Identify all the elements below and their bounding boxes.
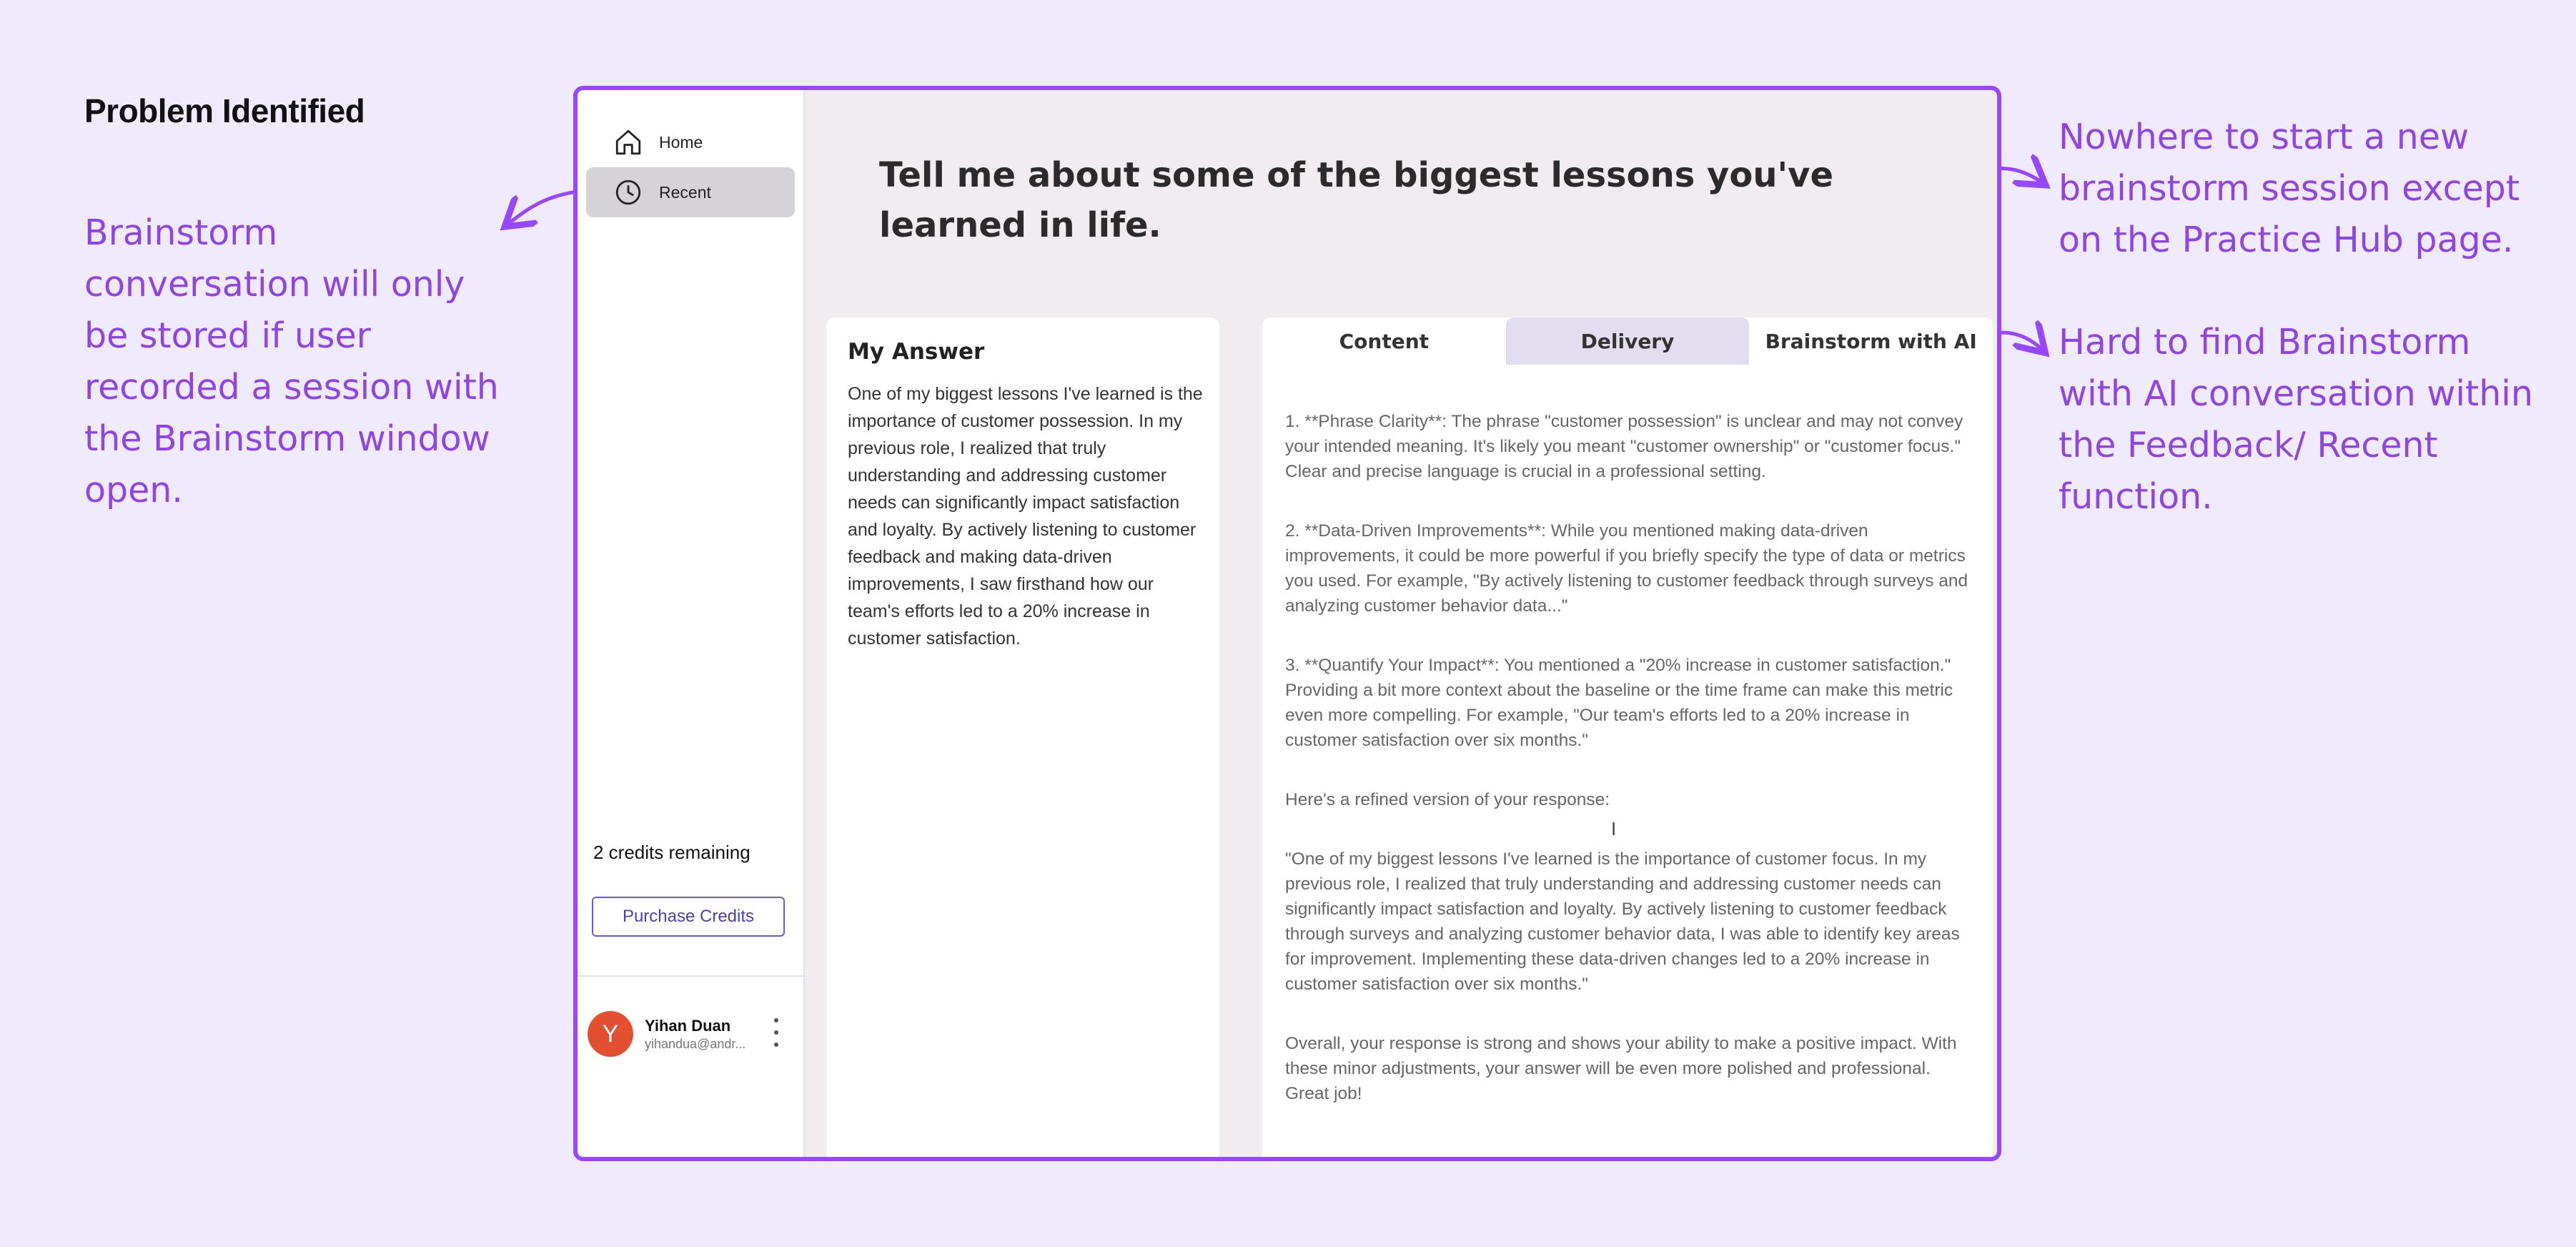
feedback-panel: Content Delivery Brainstorm with AI 1. *… xyxy=(1262,317,1993,1157)
text-cursor-icon: I xyxy=(1611,818,1617,839)
user-name: Yihan Duan xyxy=(645,1017,731,1035)
purchase-credits-button[interactable]: Purchase Credits xyxy=(592,897,785,937)
answer-card: My Answer One of my biggest lessons I've… xyxy=(826,317,1219,1157)
sidebar-item-home[interactable]: Home xyxy=(586,117,795,167)
feedback-paragraph: 1. **Phrase Clarity**: The phrase "custo… xyxy=(1285,412,1963,481)
question-title: Tell me about some of the biggest lesson… xyxy=(879,155,1834,245)
feedback-paragraph: Overall, your response is strong and sho… xyxy=(1285,1034,1957,1103)
sidebar-item-label: Home xyxy=(659,132,703,152)
answer-title: My Answer xyxy=(848,339,985,365)
tab-content[interactable]: Content xyxy=(1262,317,1506,365)
feedback-paragraph: 3. **Quantify Your Impact**: You mention… xyxy=(1285,656,1953,750)
tab-brainstorm-with-ai[interactable]: Brainstorm with AI xyxy=(1749,317,1993,365)
sidebar: Home Recent 2 credits remaining Purchase… xyxy=(578,90,805,1157)
tab-delivery[interactable]: Delivery xyxy=(1505,317,1750,365)
feedback-paragraph: Here's a refined version of your respons… xyxy=(1285,790,1610,809)
problem-heading: Problem Identified xyxy=(84,92,365,129)
right-annotation-2: Hard to find Brainstorm with AI conversa… xyxy=(2059,322,2533,517)
feedback-tabs: Content Delivery Brainstorm with AI xyxy=(1262,317,1993,365)
sidebar-item-recent[interactable]: Recent xyxy=(586,167,795,217)
credits-remaining: 2 credits remaining xyxy=(593,842,750,863)
sidebar-divider xyxy=(578,975,805,977)
avatar[interactable]: Y xyxy=(588,1011,633,1057)
left-annotation: Brainstorm conversation will only be sto… xyxy=(84,212,499,511)
app-window: Home Recent 2 credits remaining Purchase… xyxy=(573,86,2001,1161)
more-options-icon[interactable] xyxy=(771,1018,782,1047)
answer-text: One of my biggest lessons I've learned i… xyxy=(848,384,1203,649)
sidebar-item-label: Recent xyxy=(659,182,711,202)
feedback-text: 1. **Phrase Clarity**: The phrase "custo… xyxy=(1285,409,1973,1140)
feedback-paragraph: "One of my biggest lessons I've learned … xyxy=(1285,849,1960,994)
clock-icon xyxy=(615,179,641,205)
right-annotation-1: Nowhere to start a new brainstorm sessio… xyxy=(2059,117,2520,260)
home-icon xyxy=(615,129,641,155)
user-email: yihandua@andr... xyxy=(645,1037,746,1051)
feedback-paragraph: 2. **Data-Driven Improvements**: While y… xyxy=(1285,521,1968,616)
